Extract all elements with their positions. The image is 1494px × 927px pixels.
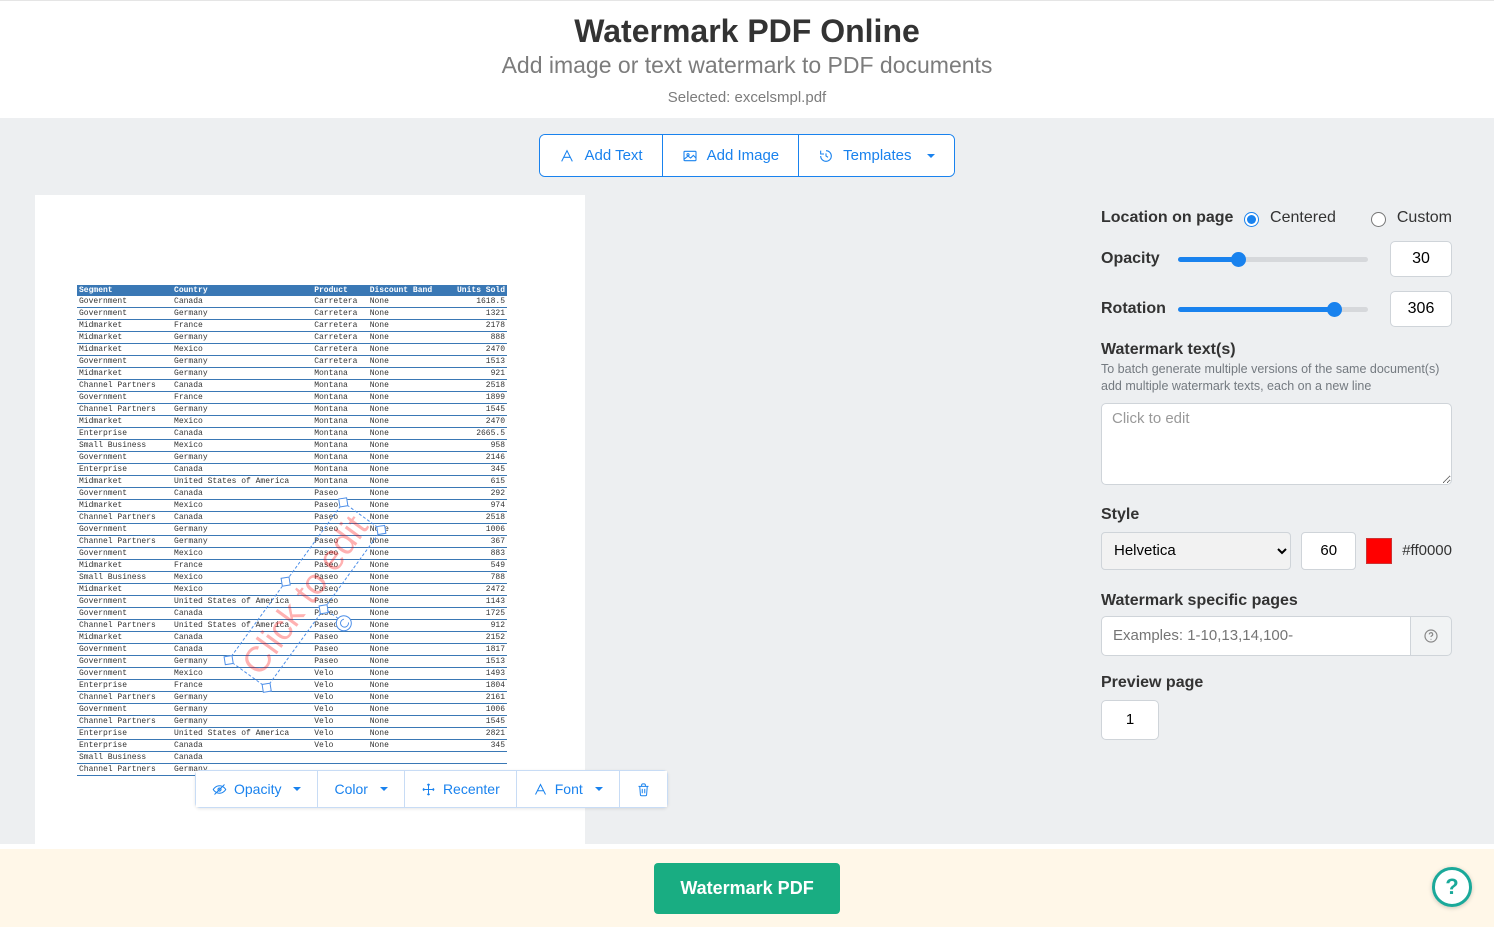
color-hex-label: #ff0000 [1402, 542, 1452, 559]
rotation-input[interactable] [1390, 291, 1452, 327]
page-subtitle: Add image or text watermark to PDF docum… [0, 52, 1494, 79]
selected-file: Selected: excelsmpl.pdf [0, 89, 1494, 106]
location-radio-group: Centered Custom [1239, 209, 1452, 227]
text-a-icon [533, 782, 548, 797]
add-text-button[interactable]: Add Text [540, 135, 662, 176]
opacity-input[interactable] [1390, 241, 1452, 277]
font-size-input[interactable] [1301, 532, 1356, 570]
mini-opacity-button[interactable]: Opacity [196, 771, 318, 807]
sample-data-table: SegmentCountryProductDiscount BandUnits … [77, 285, 507, 776]
rotation-slider[interactable] [1178, 307, 1368, 312]
style-label: Style [1101, 506, 1452, 524]
watermark-texts-label: Watermark text(s) [1101, 341, 1452, 359]
preview-page-label: Preview page [1101, 674, 1452, 692]
action-bar: Watermark PDF [0, 849, 1494, 927]
mini-font-button[interactable]: Font [517, 771, 620, 807]
color-swatch[interactable] [1366, 538, 1392, 564]
main-area: SegmentCountryProductDiscount BandUnits … [0, 195, 1494, 844]
header: Watermark PDF Online Add image or text w… [0, 0, 1494, 118]
specific-pages-label: Watermark specific pages [1101, 592, 1452, 610]
location-centered-radio[interactable]: Centered [1239, 209, 1336, 227]
font-family-select[interactable]: Helvetica [1101, 532, 1291, 570]
history-icon [818, 148, 834, 164]
settings-sidebar: Location on page Centered Custom Opacity… [1089, 195, 1494, 844]
templates-dropdown[interactable]: Templates [799, 135, 953, 176]
page-title: Watermark PDF Online [0, 13, 1494, 50]
top-toolbar-strip: Add Text Add Image Templates [0, 118, 1494, 195]
location-custom-radio[interactable]: Custom [1366, 209, 1452, 227]
preview-page-input[interactable] [1101, 700, 1159, 740]
text-a-icon [559, 148, 575, 164]
opacity-slider[interactable] [1178, 257, 1368, 262]
pdf-page-preview[interactable]: SegmentCountryProductDiscount BandUnits … [35, 195, 585, 844]
eye-off-icon [212, 782, 227, 797]
mini-color-button[interactable]: Color [318, 771, 404, 807]
watermark-texts-input[interactable] [1101, 403, 1452, 485]
move-icon [421, 782, 436, 797]
opacity-label: Opacity [1101, 250, 1160, 268]
help-button[interactable]: ? [1432, 867, 1472, 907]
mini-delete-button[interactable] [620, 771, 667, 807]
trash-icon [636, 782, 651, 797]
watermark-mini-toolbar: Opacity Color Recenter Font [195, 770, 668, 808]
rotation-label: Rotation [1101, 300, 1166, 318]
mini-recenter-button[interactable]: Recenter [405, 771, 517, 807]
image-icon [682, 148, 698, 164]
add-image-button[interactable]: Add Image [663, 135, 800, 176]
watermark-texts-hint: To batch generate multiple versions of t… [1101, 361, 1452, 395]
preview-pane: SegmentCountryProductDiscount BandUnits … [0, 195, 1089, 844]
watermark-pdf-button[interactable]: Watermark PDF [654, 863, 839, 914]
specific-pages-help-button[interactable] [1410, 616, 1452, 656]
specific-pages-input[interactable] [1101, 616, 1410, 656]
location-label: Location on page [1101, 209, 1233, 227]
question-circle-icon [1423, 628, 1439, 644]
toolbar: Add Text Add Image Templates [539, 134, 954, 177]
